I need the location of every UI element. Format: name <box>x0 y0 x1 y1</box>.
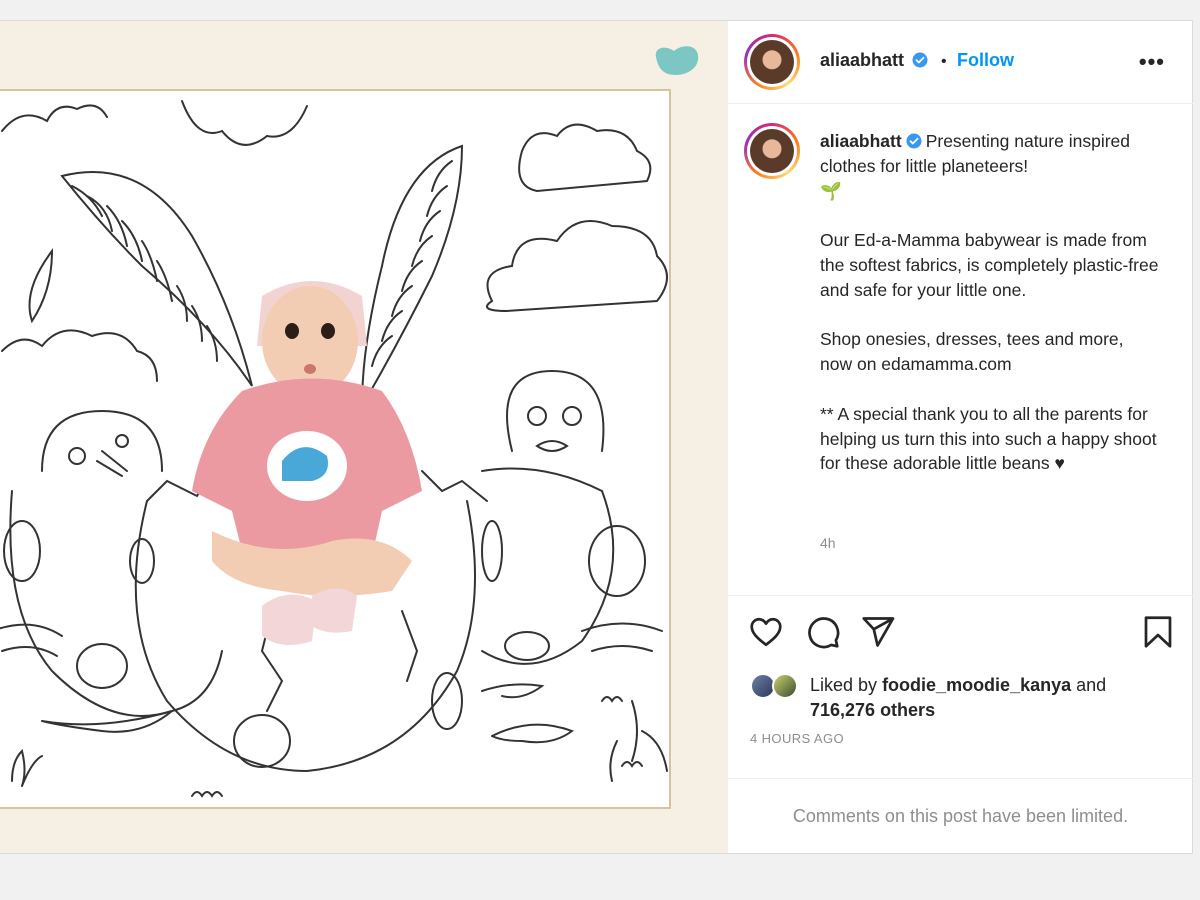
post-media[interactable] <box>0 21 727 853</box>
separator-dot: • <box>940 53 947 70</box>
instagram-post: aliaabhatt • Follow ••• aliaabhatt Presen… <box>0 20 1193 854</box>
sketch-illustration <box>0 100 668 798</box>
follow-button[interactable]: Follow <box>957 50 1014 70</box>
liker-avatar[interactable] <box>772 673 798 699</box>
caption-avatar[interactable] <box>744 123 800 179</box>
post-sidebar: aliaabhatt • Follow ••• aliaabhatt Presen… <box>727 21 1193 854</box>
liked-by-prefix: Liked by <box>810 675 878 695</box>
caption-username[interactable]: aliaabhatt <box>820 131 902 151</box>
caption-paragraph-2: Our Ed-a-Mamma babywear is made from the… <box>820 230 1164 300</box>
comment-icon[interactable] <box>805 614 841 650</box>
liked-by-user[interactable]: foodie_moodie_kanya <box>882 675 1071 695</box>
bookmark-icon[interactable] <box>1140 614 1176 650</box>
post-header: aliaabhatt • Follow ••• <box>728 21 1193 104</box>
author-avatar[interactable] <box>744 34 800 90</box>
liker-avatars <box>750 673 802 701</box>
caption-paragraph-3: Shop onesies, dresses, tees and more, no… <box>820 329 1129 375</box>
caption-relative-time[interactable]: 4h <box>820 535 836 551</box>
baby-figure <box>192 281 422 645</box>
likes-text: Liked by foodie_moodie_kanya and 716,276… <box>810 673 1180 723</box>
author-username[interactable]: aliaabhatt <box>820 50 904 70</box>
post-timestamp[interactable]: 4 HOURS AGO <box>750 731 844 746</box>
heart-icon[interactable] <box>748 614 784 650</box>
verified-badge-icon <box>906 133 922 149</box>
illustration-frame <box>0 89 671 809</box>
more-options-icon[interactable]: ••• <box>1139 49 1165 75</box>
caption-paragraph-4: ** A special thank you to all the parent… <box>820 403 1162 474</box>
sprout-emoji: 🌱 <box>820 180 842 201</box>
send-icon[interactable] <box>860 614 896 650</box>
action-bar <box>728 595 1193 665</box>
verified-badge-icon <box>912 52 928 68</box>
caption-section: aliaabhatt Presenting nature inspired clo… <box>728 105 1193 595</box>
caption-text: aliaabhatt Presenting nature inspired clo… <box>820 129 1160 476</box>
header-meta: aliaabhatt • Follow <box>820 50 1014 71</box>
comments-limited-notice: Comments on this post have been limited. <box>728 778 1193 854</box>
likes-count[interactable]: 716,276 others <box>810 700 935 720</box>
brand-blob-logo <box>655 46 699 75</box>
liked-by-joiner: and <box>1076 675 1107 695</box>
